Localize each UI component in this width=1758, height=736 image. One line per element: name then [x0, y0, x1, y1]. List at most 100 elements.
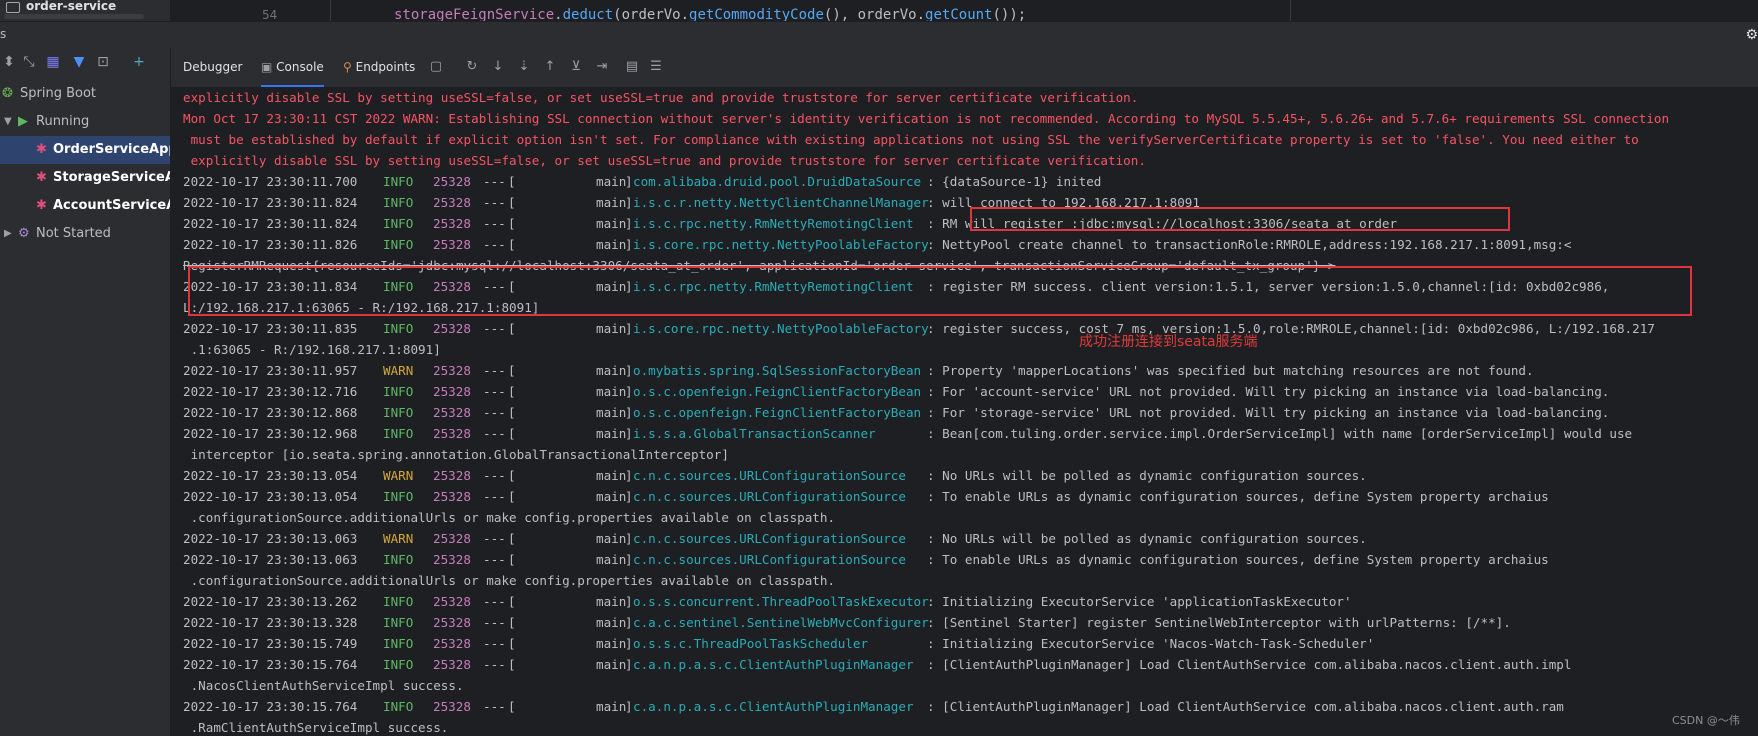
- tree-item-label: Running: [36, 114, 90, 129]
- tab-console-label: Console: [276, 60, 324, 74]
- log-thread: main: [596, 216, 627, 231]
- log-logger: c.n.c.sources.URLConfigurationSource: [633, 489, 906, 504]
- run-to-cursor-icon[interactable]: ⊻: [567, 58, 585, 76]
- step-out-icon[interactable]: ↑: [541, 58, 559, 76]
- terminal-icon[interactable]: ▤: [623, 58, 641, 76]
- console-output[interactable]: explicitly disable SSL by setting useSSL…: [183, 87, 1758, 736]
- log-continuation: .RamClientAuthServiceImpl success.: [183, 717, 1758, 736]
- tree-item-not-started[interactable]: ▶ ⚙ Not Started: [0, 220, 170, 248]
- highlight-box-register-success: [188, 266, 1692, 316]
- log-line: 2022-10-17 23:30:13.063 INFO 25328 ---[main…: [183, 549, 1758, 570]
- log-logger: c.n.c.sources.URLConfigurationSource: [633, 552, 906, 567]
- tree-item-running[interactable]: ▼ ▶ Running: [0, 108, 170, 136]
- services-panel: ⬍ ⤡ ▦ ▼ ⊡ + ❂ Spring Boot ▼ ▶ Running ✱ …: [0, 48, 171, 736]
- log-timestamp: 2022-10-17 23:30:12.716: [183, 384, 358, 399]
- log-continuation: .configurationSource.additionalUrls or m…: [183, 570, 1758, 591]
- group-by-icon[interactable]: ▦: [44, 53, 62, 71]
- layout-icon[interactable]: ▢: [427, 58, 445, 76]
- log-line: 2022-10-17 23:30:13.063 WARN 25328 ---[main…: [183, 528, 1758, 549]
- log-continuation: .NacosClientAuthServiceImpl success.: [183, 675, 1758, 696]
- log-level: WARN: [383, 363, 414, 378]
- log-message: : [ClientAuthPluginManager] Load ClientA…: [927, 657, 1572, 672]
- log-separator: ---: [483, 174, 506, 189]
- tree-item-order-service[interactable]: ✱ OrderServiceApplic: [0, 136, 170, 164]
- log-bracket-close: ]: [625, 531, 633, 546]
- log-bracket-close: ]: [625, 699, 633, 714]
- filter-icon[interactable]: ▼: [70, 53, 88, 71]
- log-pid: 25328: [433, 174, 471, 189]
- log-pid: 25328: [433, 405, 471, 420]
- log-separator: ---: [483, 699, 506, 714]
- log-separator: ---: [483, 384, 506, 399]
- log-bracket-close: ]: [625, 657, 633, 672]
- chevron-right-icon[interactable]: ▶: [4, 220, 12, 248]
- log-bracket-close: ]: [625, 384, 633, 399]
- log-continuation-text: .NacosClientAuthServiceImpl success.: [183, 678, 464, 693]
- log-line: 2022-10-17 23:30:13.262 INFO 25328 ---[main…: [183, 591, 1758, 612]
- log-line: 2022-10-17 23:30:11.957 WARN 25328 ---[main…: [183, 360, 1758, 381]
- log-line: 2022-10-17 23:30:15.764 INFO 25328 ---[main…: [183, 696, 1758, 717]
- tree-item-spring-boot[interactable]: ❂ Spring Boot: [0, 80, 170, 108]
- log-bracket-close: ]: [625, 489, 633, 504]
- code-method: getCommodityCode: [689, 7, 824, 21]
- step-into-icon[interactable]: ⇣: [515, 58, 533, 76]
- log-bracket-open: [: [508, 174, 516, 189]
- log-thread: main: [596, 468, 627, 483]
- log-timestamp: 2022-10-17 23:30:13.054: [183, 468, 358, 483]
- log-bracket-open: [: [508, 363, 516, 378]
- tree-item-label: OrderServiceApplic: [53, 142, 170, 157]
- log-bracket-open: [: [508, 237, 516, 252]
- tab-debugger[interactable]: Debugger: [183, 48, 242, 87]
- add-service-icon[interactable]: +: [130, 53, 148, 71]
- log-logger: c.a.c.sentinel.SentinelWebMvcConfigurer: [633, 615, 929, 630]
- log-logger: o.s.c.openfeign.FeignClientFactoryBean: [633, 405, 922, 420]
- evaluate-icon[interactable]: ⇥: [593, 58, 611, 76]
- new-tab-icon[interactable]: ⊡: [94, 53, 112, 71]
- bug-icon: ✱: [36, 198, 47, 213]
- project-scrollbar[interactable]: [4, 14, 144, 19]
- project-tree-item[interactable]: order-service: [0, 0, 170, 21]
- tree-item-storage-service[interactable]: ✱ StorageServiceApp: [0, 164, 170, 192]
- log-level: INFO: [383, 615, 414, 630]
- module-icon: [6, 2, 20, 13]
- log-separator: ---: [483, 405, 506, 420]
- log-continuation: .configurationSource.additionalUrls or m…: [183, 507, 1758, 528]
- highlight-box-rm-register: [970, 207, 1510, 231]
- log-message: : [ClientAuthPluginManager] Load ClientA…: [927, 699, 1564, 714]
- log-line: 2022-10-17 23:30:15.749 INFO 25328 ---[main…: [183, 633, 1758, 654]
- log-bracket-open: [: [508, 384, 516, 399]
- log-thread: main: [596, 552, 627, 567]
- log-pid: 25328: [433, 552, 471, 567]
- tab-console[interactable]: ▣ Console: [261, 48, 324, 87]
- log-separator: ---: [483, 489, 506, 504]
- expand-icon[interactable]: ⬍: [0, 53, 18, 71]
- settings-icon[interactable]: ⚙: [1745, 27, 1758, 43]
- log-bracket-open: [: [508, 657, 516, 672]
- log-continuation-text: .configurationSource.additionalUrls or m…: [183, 573, 836, 588]
- log-continuation: interceptor [io.seata.spring.annotation.…: [183, 444, 1758, 465]
- log-thread: main: [596, 657, 627, 672]
- code-line[interactable]: storageFeignService.deduct(orderVo.getCo…: [394, 7, 1026, 21]
- step-over-icon[interactable]: ↓: [489, 58, 507, 76]
- log-bracket-open: [: [508, 594, 516, 609]
- chevron-down-icon[interactable]: ▼: [4, 108, 12, 136]
- log-bracket-open: [: [508, 531, 516, 546]
- tree-item-account-service[interactable]: ✱ AccountServiceApp: [0, 192, 170, 220]
- log-logger: i.s.c.r.netty.NettyClientChannelManager: [633, 195, 929, 210]
- restart-frames-icon[interactable]: ↻: [463, 58, 481, 76]
- log-logger: com.alibaba.druid.pool.DruidDataSource: [633, 174, 922, 189]
- log-bracket-close: ]: [625, 552, 633, 567]
- log-timestamp: 2022-10-17 23:30:11.824: [183, 216, 358, 231]
- log-pid: 25328: [433, 489, 471, 504]
- log-level: INFO: [383, 405, 414, 420]
- log-bracket-close: ]: [625, 321, 633, 336]
- collapse-all-icon[interactable]: ⤡: [20, 53, 38, 71]
- settings-list-icon[interactable]: ☰: [647, 58, 665, 76]
- log-pid: 25328: [433, 615, 471, 630]
- tab-endpoints[interactable]: ⚲ Endpoints: [343, 48, 415, 87]
- log-logger: o.s.c.openfeign.FeignClientFactoryBean: [633, 384, 922, 399]
- watermark: CSDN @～伟: [1672, 714, 1740, 727]
- log-timestamp: 2022-10-17 23:30:12.868: [183, 405, 358, 420]
- log-bracket-open: [: [508, 321, 516, 336]
- log-separator: ---: [483, 657, 506, 672]
